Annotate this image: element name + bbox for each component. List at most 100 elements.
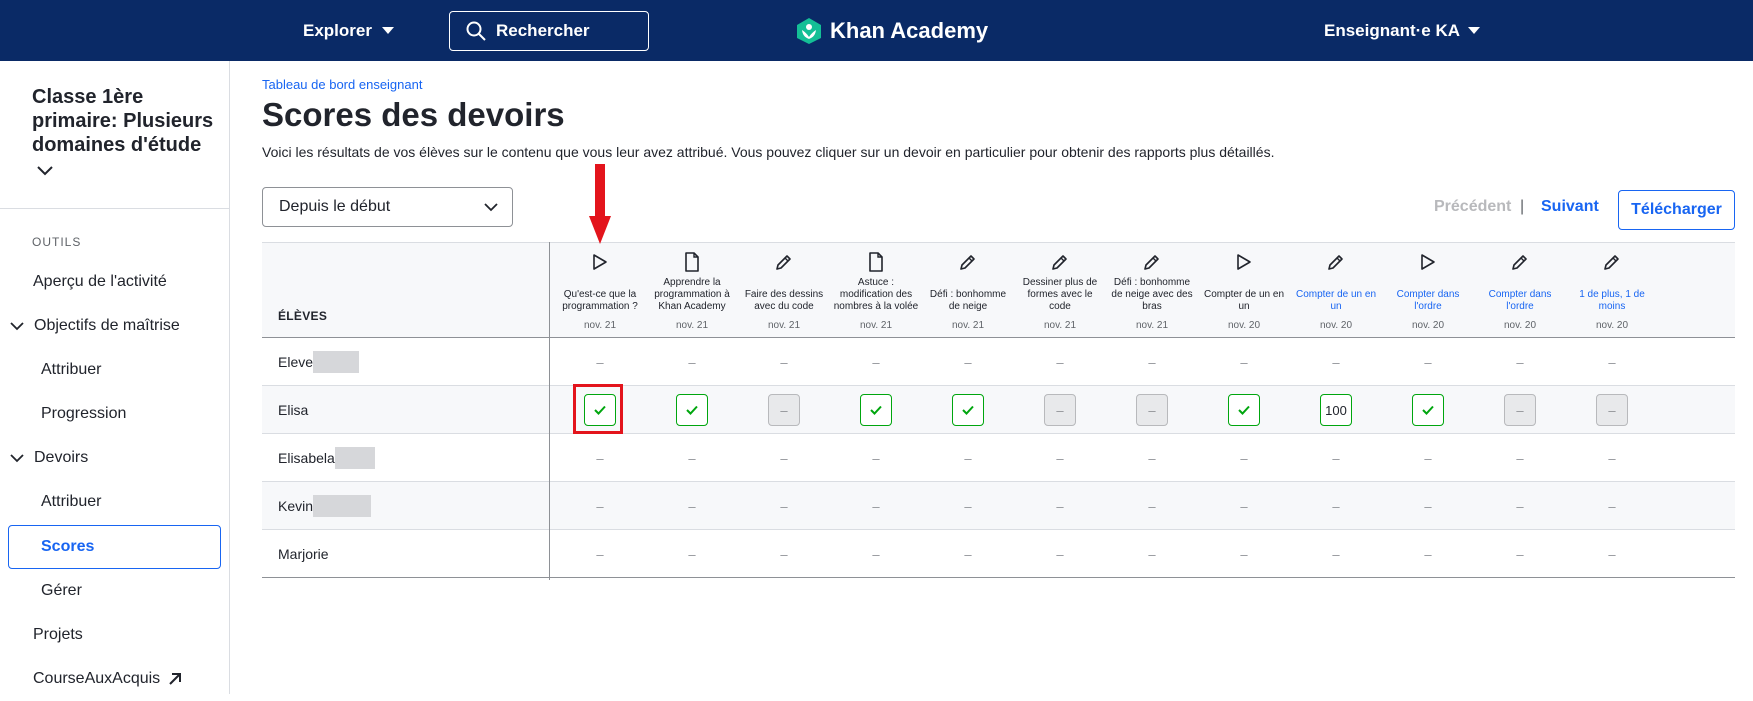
user-menu-button[interactable]: Enseignant·e KA xyxy=(1324,0,1481,61)
not-started-badge[interactable]: – xyxy=(1044,394,1076,426)
assignment-date: nov. 20 xyxy=(1595,320,1629,331)
sidebar-item-assignments[interactable]: Devoirs xyxy=(10,436,88,480)
score-cell: – xyxy=(1292,530,1380,578)
empty-mark: – xyxy=(596,354,604,370)
empty-mark: – xyxy=(964,354,972,370)
empty-mark: – xyxy=(780,450,788,466)
not-started-badge[interactable]: – xyxy=(1596,394,1628,426)
date-range-select[interactable]: Depuis le début xyxy=(262,187,513,227)
score-cell: – xyxy=(648,338,736,386)
score-cell: – xyxy=(924,530,1012,578)
empty-mark: – xyxy=(688,450,696,466)
empty-mark: – xyxy=(1240,450,1248,466)
score-cell: – xyxy=(1108,338,1196,386)
sidebar-item-projects[interactable]: Projets xyxy=(33,613,83,657)
caret-down-icon xyxy=(381,27,394,34)
assignment-column-header[interactable]: Dessiner plus de formes avec le code nov.… xyxy=(1016,251,1104,337)
sidebar-item-activity-overview[interactable]: Aperçu de l'activité xyxy=(33,260,167,304)
student-name[interactable]: Elisabela xyxy=(278,434,375,482)
score-cell: – xyxy=(1108,434,1196,482)
assignment-column-header[interactable]: Qu'est-ce que la programmation ? nov. 21 xyxy=(556,251,644,337)
not-started-badge[interactable]: – xyxy=(1504,394,1536,426)
checkmark-icon xyxy=(1238,405,1250,415)
sidebar-item-manage[interactable]: Gérer xyxy=(41,569,82,613)
assignment-title: Faire des dessins avec du code xyxy=(744,289,824,312)
student-name[interactable]: Kevin xyxy=(278,482,372,530)
assignment-column-header[interactable]: Compter de un en un nov. 20 xyxy=(1200,251,1288,337)
empty-mark: – xyxy=(1148,450,1156,466)
top-navigation-bar: Explorer Rechercher Khan Academy Enseign… xyxy=(0,0,1753,61)
assignment-column-header[interactable]: Astuce : modification des nombres à la v… xyxy=(832,251,920,337)
completed-badge[interactable] xyxy=(952,394,984,426)
assignment-column-header[interactable]: Compter dans l'ordre nov. 20 xyxy=(1476,251,1564,337)
score-cell: – xyxy=(1292,434,1380,482)
not-started-badge[interactable]: – xyxy=(1136,394,1168,426)
score-cell: – xyxy=(740,386,828,434)
pencil-icon xyxy=(1476,251,1564,273)
sidebar-item-scores[interactable]: Scores xyxy=(8,525,221,569)
sidebar-item-courseauxacquis[interactable]: CourseAuxAcquis xyxy=(33,657,182,701)
empty-mark: – xyxy=(1056,498,1064,514)
sidebar-item-assignments-assign[interactable]: Attribuer xyxy=(41,480,101,524)
download-button[interactable]: Télécharger xyxy=(1618,190,1735,230)
explore-menu-button[interactable]: Explorer xyxy=(303,0,394,61)
play-icon xyxy=(1200,251,1288,273)
assignment-date: nov. 20 xyxy=(1503,320,1537,331)
search-label: Rechercher xyxy=(496,21,590,40)
assignment-title: Apprendre la programmation à Khan Academ… xyxy=(654,277,730,312)
empty-mark: – xyxy=(964,450,972,466)
score-cell: – xyxy=(1568,530,1656,578)
completed-badge[interactable] xyxy=(1228,394,1260,426)
assignment-column-header[interactable]: Compter dans l'ordre nov. 20 xyxy=(1384,251,1472,337)
external-link-icon xyxy=(169,673,182,685)
score-cell: – xyxy=(740,530,828,578)
sidebar-item-progress[interactable]: Progression xyxy=(41,392,126,436)
assignment-column-header[interactable]: Compter de un en un nov. 20 xyxy=(1292,251,1380,337)
score-cell: – xyxy=(556,434,644,482)
score-badge[interactable]: 100 xyxy=(1320,394,1352,426)
column-divider xyxy=(549,242,550,580)
score-cell: – xyxy=(740,434,828,482)
student-name[interactable]: Elisa xyxy=(278,386,308,434)
assignment-date: nov. 20 xyxy=(1319,320,1353,331)
not-started-badge[interactable]: – xyxy=(768,394,800,426)
chevron-down-icon[interactable] xyxy=(36,165,54,177)
assignment-column-header[interactable]: Faire des dessins avec du code nov. 21 xyxy=(740,251,828,337)
play-icon xyxy=(556,251,644,273)
assignment-column-header[interactable]: Défi : bonhomme de neige nov. 21 xyxy=(924,251,1012,337)
score-cell: – xyxy=(1292,338,1380,386)
completed-badge[interactable] xyxy=(1412,394,1444,426)
khan-leaf-icon xyxy=(797,17,821,44)
completed-badge[interactable] xyxy=(860,394,892,426)
next-button[interactable]: Suivant xyxy=(1541,198,1599,216)
empty-mark: – xyxy=(1148,546,1156,562)
assignment-column-header[interactable]: 1 de plus, 1 de moins nov. 20 xyxy=(1568,251,1656,337)
score-cell: – xyxy=(1568,338,1656,386)
score-cell: – xyxy=(1200,530,1288,578)
breadcrumb[interactable]: Tableau de bord enseignant xyxy=(262,77,422,92)
students-column-header: ÉLÈVES xyxy=(278,309,328,323)
score-cell: – xyxy=(556,530,644,578)
previous-button[interactable]: Précédent xyxy=(1434,198,1511,216)
empty-mark: – xyxy=(872,546,880,562)
red-highlight-box xyxy=(573,384,623,434)
score-cell xyxy=(1200,386,1288,434)
score-cell: – xyxy=(1016,386,1104,434)
score-cell: – xyxy=(924,482,1012,530)
completed-badge[interactable] xyxy=(676,394,708,426)
page-title: Scores des devoirs xyxy=(262,96,565,133)
assignment-column-header[interactable]: Défi : bonhomme de neige avec des bras no… xyxy=(1108,251,1196,337)
sidebar-item-mastery-goals[interactable]: Objectifs de maîtrise xyxy=(10,304,180,348)
khan-academy-logo[interactable]: Khan Academy xyxy=(796,0,988,61)
empty-mark: – xyxy=(964,498,972,514)
sidebar-item-mastery-assign[interactable]: Attribuer xyxy=(41,348,101,392)
empty-mark: – xyxy=(1516,450,1524,466)
student-name[interactable]: Eleve xyxy=(278,338,360,386)
search-button[interactable]: Rechercher xyxy=(449,11,649,51)
sidebar-item-label: Attribuer xyxy=(41,493,102,510)
score-cell: – xyxy=(1016,482,1104,530)
score-cell: – xyxy=(648,482,736,530)
assignment-column-header[interactable]: Apprendre la programmation à Khan Academ… xyxy=(648,251,736,337)
empty-mark: – xyxy=(872,354,880,370)
student-name[interactable]: Marjorie xyxy=(278,530,329,578)
